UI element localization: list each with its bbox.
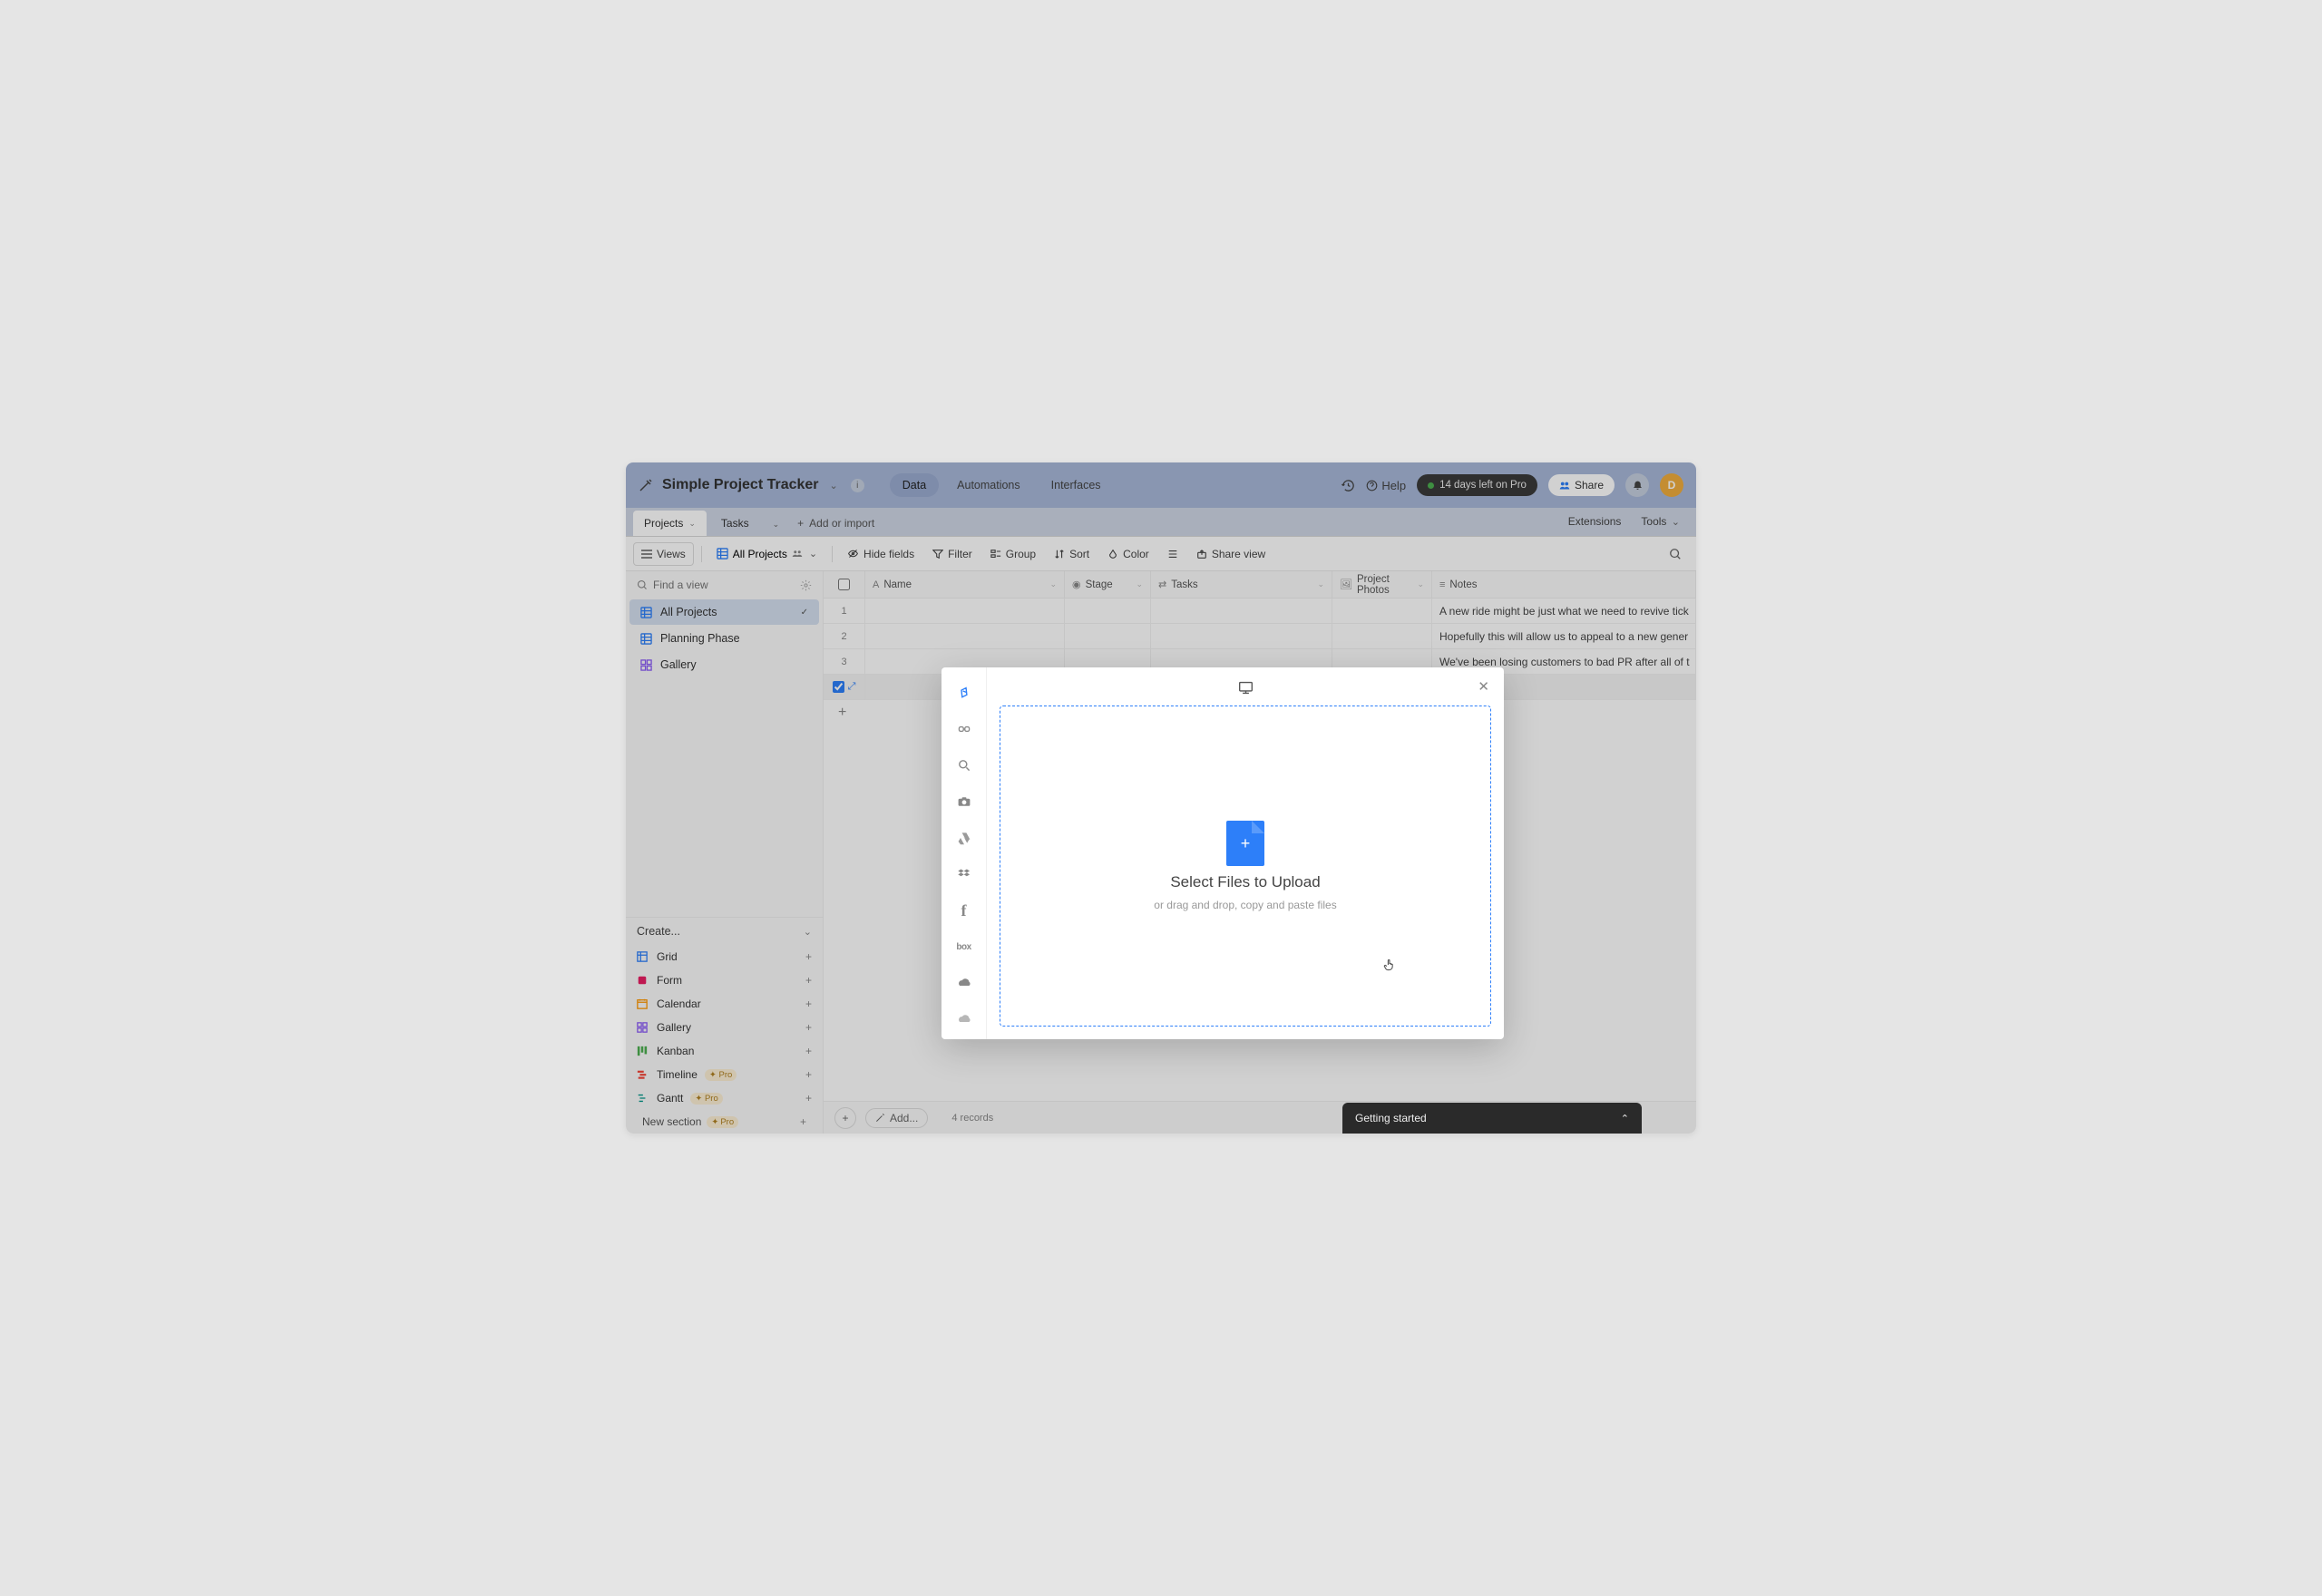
source-cloud[interactable] (948, 1003, 981, 1036)
source-facebook[interactable]: f (948, 894, 981, 927)
getting-started-label: Getting started (1355, 1112, 1427, 1124)
upload-main: ✕ + Select Files to Upload or drag and d… (987, 667, 1504, 1039)
cursor-icon (1382, 958, 1397, 972)
chevron-up-icon: ⌃ (1621, 1113, 1629, 1124)
getting-started-bar[interactable]: Getting started ⌃ (1342, 1103, 1642, 1134)
dropzone-subtitle: or drag and drop, copy and paste files (1154, 899, 1336, 911)
plus-icon: + (1241, 834, 1251, 853)
upload-modal: f box ✕ + Select Files to Upload or drag… (941, 667, 1504, 1039)
app-window: Simple Project Tracker ⌄ i Data Automati… (626, 462, 1696, 1134)
source-box[interactable]: box (948, 930, 981, 963)
source-camera[interactable] (948, 785, 981, 818)
source-link[interactable] (948, 713, 981, 745)
upload-sources-sidebar: f box (941, 667, 987, 1039)
dropzone[interactable]: + Select Files to Upload or drag and dro… (1000, 706, 1491, 1027)
dropzone-title: Select Files to Upload (1170, 873, 1320, 891)
source-search[interactable] (948, 749, 981, 782)
source-dropbox[interactable] (948, 858, 981, 890)
upload-top-bar: ✕ (1000, 675, 1491, 700)
file-upload-icon: + (1226, 821, 1264, 866)
source-device[interactable] (948, 676, 981, 709)
source-google-drive[interactable] (948, 822, 981, 854)
monitor-icon (1238, 680, 1254, 696)
close-icon[interactable]: ✕ (1478, 678, 1489, 695)
source-onedrive[interactable] (948, 967, 981, 999)
